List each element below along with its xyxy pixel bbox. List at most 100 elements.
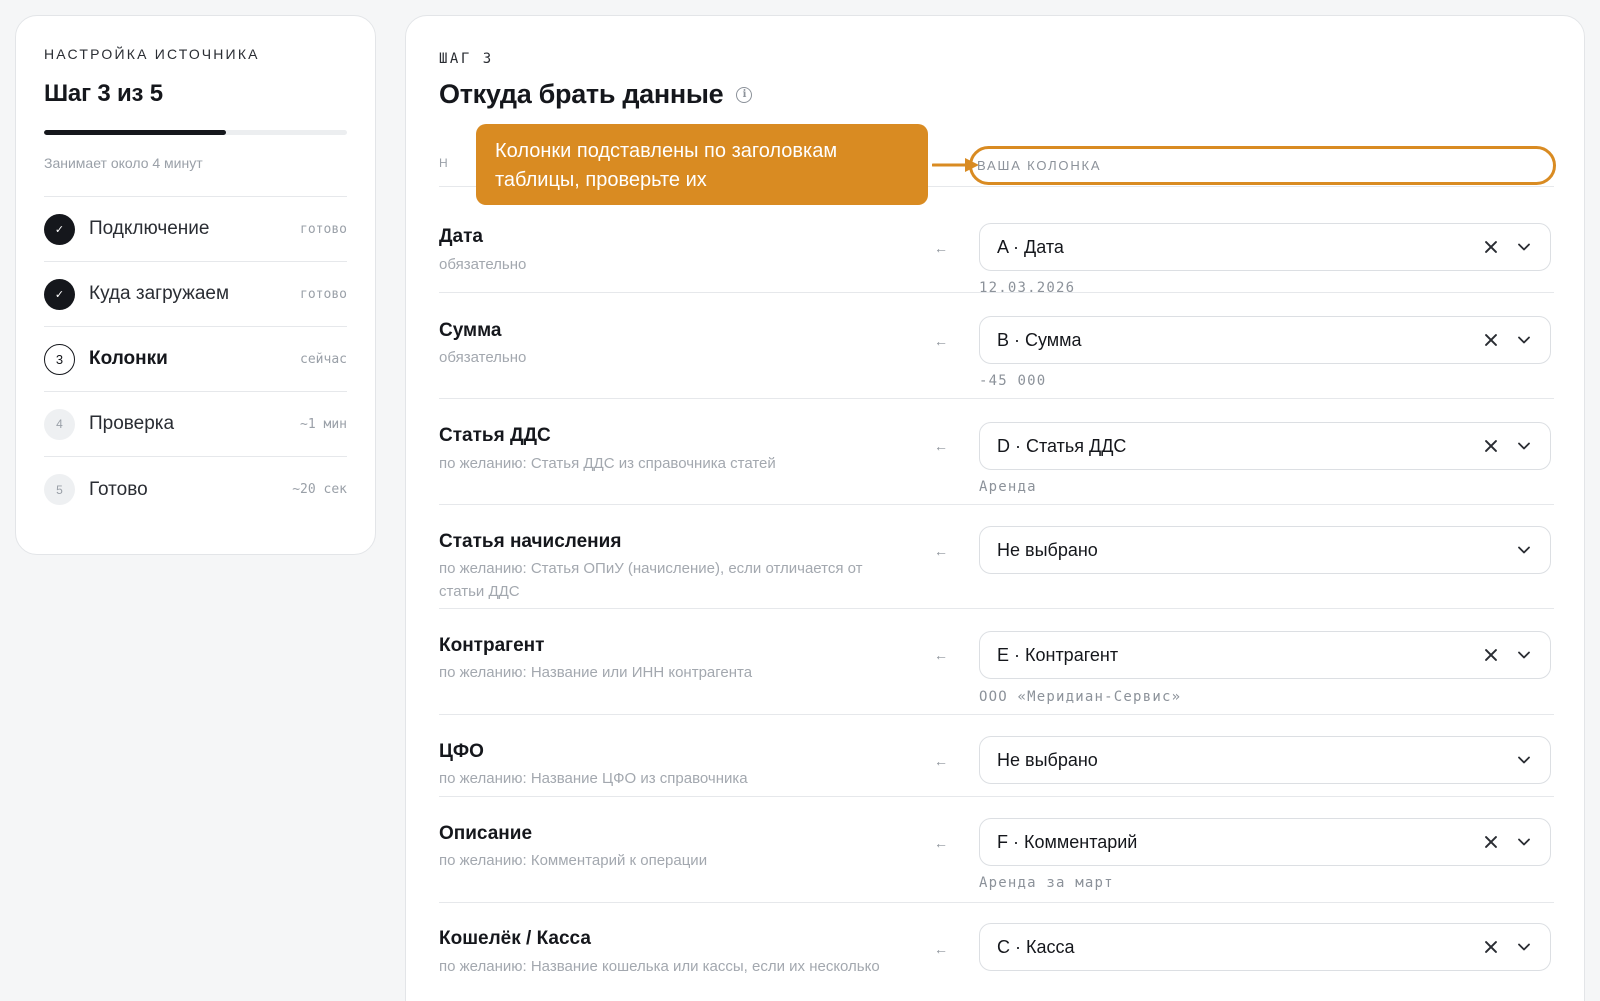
mapping-row-accrual-item: Статья начисления по желанию: Статья ОПи… <box>439 505 1554 609</box>
field-name: Контрагент <box>439 635 545 656</box>
field-name: Дата <box>439 226 483 247</box>
step-item-connection[interactable]: ✓ Подключение готово <box>44 197 347 262</box>
step-number-badge: 4 <box>44 408 75 440</box>
left-arrow-icon: ← <box>934 941 948 957</box>
select-value: E · Контрагент <box>997 644 1119 665</box>
sidebar-kicker: НАСТРОЙКА ИСТОЧНИКА <box>44 46 260 62</box>
left-arrow-icon: ← <box>934 240 948 256</box>
mapping-row-counterparty: Контрагент по желанию: Название или ИНН … <box>439 609 1554 715</box>
step-label: Колонки <box>89 348 168 369</box>
step-label: Готово <box>89 478 148 500</box>
chevron-down-icon[interactable] <box>1518 651 1530 659</box>
chevron-down-icon[interactable] <box>1518 838 1530 846</box>
select-value: A · Дата <box>997 236 1064 257</box>
step-status: ~1 мин <box>300 416 347 432</box>
check-icon: ✓ <box>44 278 75 310</box>
time-hint: Занимает около 4 минут <box>44 155 347 197</box>
column-select-wallet[interactable]: C · Касса <box>979 923 1551 971</box>
header-your-column: ВАША КОЛОНКА <box>977 158 1102 173</box>
sidebar-title: Шаг 3 из 5 <box>44 80 163 107</box>
field-name: Описание <box>439 823 533 844</box>
info-icon[interactable]: i <box>736 86 753 103</box>
field-description: по желанию: Название или ИНН контрагента <box>439 664 753 681</box>
mapping-row-cashflow-item: Статья ДДС по желанию: Статья ДДС из спр… <box>439 399 1554 505</box>
wizard-sidebar: НАСТРОЙКА ИСТОЧНИКА Шаг 3 из 5 Занимает … <box>15 15 376 555</box>
chevron-down-icon[interactable] <box>1518 756 1530 764</box>
sample-value: -45 000 <box>979 373 1047 389</box>
clear-icon[interactable] <box>1484 333 1498 347</box>
field-description: обязательно <box>439 349 527 366</box>
column-select-date[interactable]: A · Дата <box>979 223 1551 271</box>
sample-value: Аренда за март <box>979 875 1114 891</box>
your-column-header-highlight: ВАША КОЛОНКА <box>969 146 1556 185</box>
column-select-counterparty[interactable]: E · Контрагент <box>979 631 1551 679</box>
clear-icon[interactable] <box>1484 439 1498 453</box>
field-description: обязательно <box>439 256 527 273</box>
select-value: F · Комментарий <box>997 831 1138 852</box>
step-item-done: 5 Готово ~20 сек <box>44 457 347 522</box>
field-name: Статья начисления <box>439 531 622 552</box>
step-item-destination[interactable]: ✓ Куда загружаем готово <box>44 262 347 327</box>
left-arrow-icon: ← <box>934 753 948 769</box>
step-status: сейчас <box>300 351 347 367</box>
select-value: Не выбрано <box>997 539 1098 560</box>
select-value: B · Сумма <box>997 329 1082 350</box>
clear-icon[interactable] <box>1484 240 1498 254</box>
step-status: готово <box>300 221 347 237</box>
column-select-accrual-item[interactable]: Не выбрано <box>979 526 1551 574</box>
field-description: по желанию: Комментарий к операции <box>439 852 708 869</box>
chevron-down-icon[interactable] <box>1518 546 1530 554</box>
field-name: ЦФО <box>439 741 484 762</box>
field-description: по желанию: Статья ОПиУ (начисление), ес… <box>439 560 863 600</box>
chevron-down-icon[interactable] <box>1518 943 1530 951</box>
clear-icon[interactable] <box>1484 940 1498 954</box>
page-title-text: Откуда брать данные <box>439 79 724 109</box>
field-description: по желанию: Статья ДДС из справочника ст… <box>439 455 776 472</box>
mapping-row-wallet: Кошелёк / Касса по желанию: Название кош… <box>439 903 1554 1001</box>
left-arrow-icon: ← <box>934 835 948 851</box>
step-item-columns[interactable]: 3 Колонки сейчас <box>44 327 347 392</box>
left-arrow-icon: ← <box>934 647 948 663</box>
left-arrow-icon: ← <box>934 438 948 454</box>
sample-value: Аренда <box>979 479 1037 495</box>
check-icon: ✓ <box>44 213 75 245</box>
header-field-label: Н <box>439 156 450 170</box>
clear-icon[interactable] <box>1484 835 1498 849</box>
mapping-row-cfo: ЦФО по желанию: Название ЦФО из справочн… <box>439 715 1554 797</box>
step-label: Куда загружаем <box>89 283 230 304</box>
clear-icon[interactable] <box>1484 648 1498 662</box>
field-description: по желанию: Название ЦФО из справочника <box>439 770 748 787</box>
select-value: D · Статья ДДС <box>997 435 1127 456</box>
hint-tooltip: Колонки подставлены по заголовкам таблиц… <box>476 124 928 205</box>
mapping-row-description: Описание по желанию: Комментарий к опера… <box>439 797 1554 903</box>
column-select-cfo[interactable]: Не выбрано <box>979 736 1551 784</box>
column-select-amount[interactable]: B · Сумма <box>979 316 1551 364</box>
column-select-description[interactable]: F · Комментарий <box>979 818 1551 866</box>
chevron-down-icon[interactable] <box>1518 442 1530 450</box>
wizard-progress-bar <box>44 130 347 135</box>
mapping-row-amount: Сумма обязательно ← B · Сумма -45 000 <box>439 293 1554 399</box>
step-status: готово <box>300 286 347 302</box>
step-item-check: 4 Проверка ~1 мин <box>44 392 347 457</box>
left-arrow-icon: ← <box>934 543 948 559</box>
page-title: Откуда брать данные i <box>439 79 753 110</box>
select-value: Не выбрано <box>997 749 1098 770</box>
steps-list: ✓ Подключение готово ✓ Куда загружаем го… <box>44 197 347 522</box>
step-label: Проверка <box>89 413 175 434</box>
step-label: Подключение <box>89 218 210 239</box>
field-description: по желанию: Название кошелька или кассы,… <box>439 958 880 975</box>
select-value: C · Касса <box>997 936 1075 957</box>
chevron-down-icon[interactable] <box>1518 243 1530 251</box>
step-number-badge: 5 <box>44 474 75 505</box>
field-name: Статья ДДС <box>439 425 551 446</box>
field-name: Сумма <box>439 320 502 341</box>
wizard-progress-fill <box>44 130 226 135</box>
sample-value: ООО «Меридиан-Сервис» <box>979 689 1182 705</box>
step-number-badge: 3 <box>44 343 75 375</box>
chevron-down-icon[interactable] <box>1518 336 1530 344</box>
column-select-cashflow-item[interactable]: D · Статья ДДС <box>979 422 1551 470</box>
mapping-rows: Дата обязательно ← A · Дата 12.03.2026 С… <box>439 187 1554 1001</box>
step-status: ~20 сек <box>292 482 347 497</box>
left-arrow-icon: ← <box>934 333 948 349</box>
mapping-header: Н Колонки подставлены по заголовкам табл… <box>439 124 1556 205</box>
